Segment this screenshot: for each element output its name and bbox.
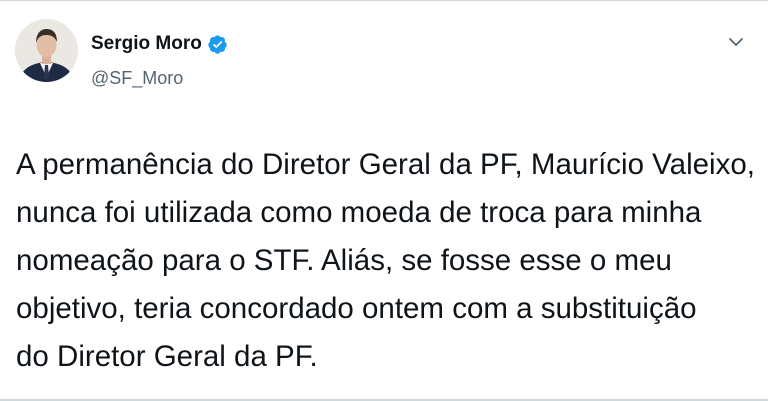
author-display-name[interactable]: Sergio Moro [91,33,202,55]
tweet-text-line: objetivo, teria concordado ontem com a s… [16,292,697,325]
author-handle[interactable]: @SF_Moro [91,68,183,89]
author-name-row: Sergio Moro [91,32,228,56]
tweet-card: Sergio Moro @SF_Moro A permanência do Di… [0,0,768,401]
tweet-text-line: do Diretor Geral da PF. [16,340,318,373]
tweet-text-line: nunca foi utilizada como moeda de troca … [16,196,702,229]
chevron-down-icon[interactable] [725,31,747,53]
verified-badge-icon [207,34,228,55]
avatar-photo [15,19,78,82]
tweet-text-line: A permanência do Diretor Geral da PF, Ma… [16,148,755,181]
tweet-text-line: nomeação para o STF. Aliás, se fosse ess… [16,244,672,277]
tweet-text: A permanência do Diretor Geral da PF, Ma… [16,141,756,381]
avatar[interactable] [15,19,78,82]
